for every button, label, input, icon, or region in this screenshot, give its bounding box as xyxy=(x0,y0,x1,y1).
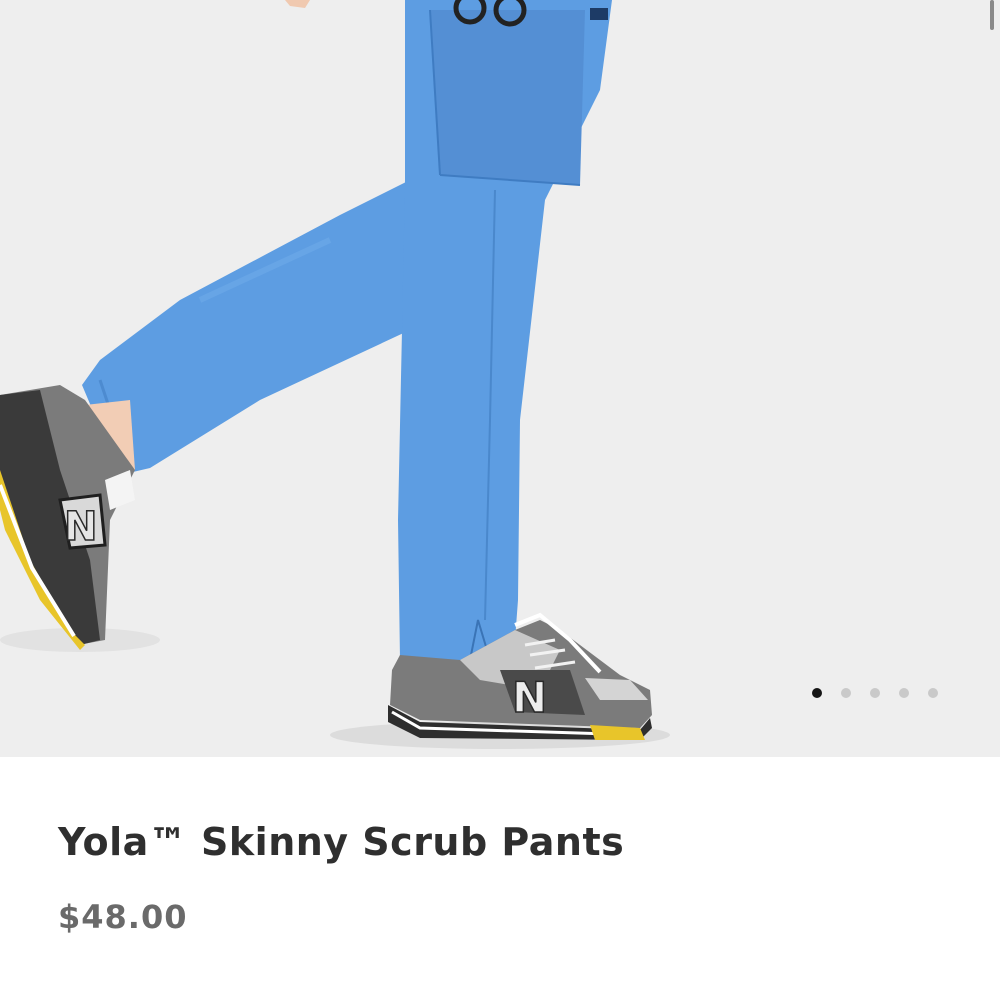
carousel-dot-1[interactable] xyxy=(812,688,822,698)
carousel-dot-2[interactable] xyxy=(841,688,851,698)
product-page: N N Yola™ Skinny Scrub Pants $48.00 xyxy=(0,0,1000,1000)
product-photo: N N xyxy=(0,0,670,749)
carousel-dot-4[interactable] xyxy=(899,688,909,698)
product-price: $48.00 xyxy=(58,898,188,936)
scrollbar-thumb[interactable] xyxy=(990,0,994,30)
svg-text:N: N xyxy=(64,504,97,550)
svg-text:N: N xyxy=(512,673,547,722)
carousel-pagination xyxy=(812,688,938,698)
carousel-dot-5[interactable] xyxy=(928,688,938,698)
product-title: Yola™ Skinny Scrub Pants xyxy=(58,820,625,864)
product-info: Yola™ Skinny Scrub Pants $48.00 xyxy=(0,757,1000,1000)
product-image-gallery[interactable]: N N xyxy=(0,0,1000,757)
carousel-dot-3[interactable] xyxy=(870,688,880,698)
